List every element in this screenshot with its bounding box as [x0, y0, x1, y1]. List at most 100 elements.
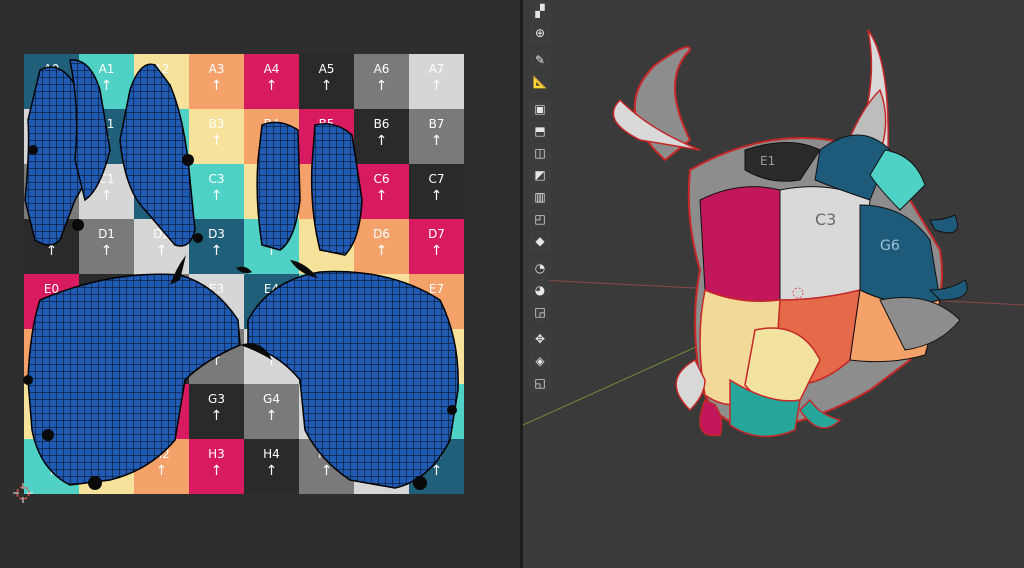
- uv-grid-cell: A6 ↑: [354, 54, 409, 109]
- knife-icon[interactable]: ◰: [529, 209, 551, 229]
- rip-region-icon[interactable]: ◱: [529, 373, 551, 393]
- uv-grid-cell-arrow: ↑: [430, 297, 443, 314]
- uv-grid-cell: G5 ↑: [299, 384, 354, 439]
- uv-grid-cell: H4 ↑: [244, 439, 299, 494]
- shear-icon[interactable]: ◈: [529, 351, 551, 371]
- extrude-icon[interactable]: ⬒: [529, 121, 551, 141]
- uv-grid-cell-label: C3: [208, 171, 225, 186]
- uv-grid-cell-label: C6: [373, 171, 390, 186]
- uv-grid-cell-arrow: ↑: [375, 242, 388, 259]
- uv-grid-cell-label: D6: [373, 226, 390, 241]
- uv-grid-cell: E0 ↑: [24, 274, 79, 329]
- poly-build-icon[interactable]: ◆: [529, 231, 551, 251]
- uv-grid-cell-arrow: ↑: [320, 187, 333, 204]
- uv-grid-cell-label: E0: [43, 281, 60, 296]
- uv-grid-cell-label: D1: [98, 226, 115, 241]
- uv-grid-cell-arrow: ↑: [320, 242, 333, 259]
- uv-grid-cell-label: B1: [98, 116, 115, 131]
- uv-grid-cell-label: B6: [373, 116, 390, 131]
- uv-grid-cell: G1 ↑: [79, 384, 134, 439]
- uv-grid-cell: B1 ↑: [79, 109, 134, 164]
- inset-icon[interactable]: ◫: [529, 143, 551, 163]
- uv-grid-cell-arrow: ↑: [375, 297, 388, 314]
- uv-grid-cell-label: H2: [153, 446, 170, 461]
- uv-grid-cell: D4 ↑: [244, 219, 299, 274]
- uv-grid-cell-label: D3: [208, 226, 225, 241]
- uv-grid-cell: F0 ↑: [24, 329, 79, 384]
- uv-grid-cell-label: A4: [263, 61, 280, 76]
- uv-grid-cell: F2 ↑: [134, 329, 189, 384]
- uv-grid-cell: C3 ↑: [189, 164, 244, 219]
- viewport-scene: C3 G6 E1: [523, 29, 1024, 438]
- uv-grid-cell-label: E7: [428, 281, 445, 296]
- uv-grid-cell-label: A0: [43, 61, 60, 76]
- transform-icon[interactable]: ▞: [529, 1, 551, 21]
- uv-grid-cell-arrow: ↑: [210, 187, 223, 204]
- add-cube-icon[interactable]: ▣: [529, 99, 551, 119]
- uv-grid-cell-arrow: ↑: [100, 77, 113, 94]
- measure-icon[interactable]: 📐: [529, 72, 551, 92]
- uv-grid-cell: A1 ↑: [79, 54, 134, 109]
- uv-grid-cell-arrow: ↑: [210, 462, 223, 479]
- loop-cut-icon[interactable]: ▥: [529, 187, 551, 207]
- uv-grid-cell-arrow: ↑: [265, 77, 278, 94]
- svg-text:C3: C3: [815, 210, 836, 229]
- uv-grid-cell-label: C1: [98, 171, 115, 186]
- uv-grid-cell: B4 ↑: [244, 109, 299, 164]
- uv-grid-cell-arrow: ↑: [375, 462, 388, 479]
- uv-grid-cell: D3 ↑: [189, 219, 244, 274]
- uv-grid-cell: G7 ↑: [409, 384, 464, 439]
- uv-grid-cell-arrow: ↑: [265, 187, 278, 204]
- uv-grid-cell-label: A2: [153, 61, 170, 76]
- uv-grid-cell-arrow: ↑: [45, 462, 58, 479]
- uv-grid-cell-arrow: ↑: [155, 77, 168, 94]
- uv-grid-cell-label: C2: [153, 171, 170, 186]
- uv-grid-cell: H1 ↑: [79, 439, 134, 494]
- uv-grid-cell-arrow: ↑: [210, 242, 223, 259]
- uv-editor[interactable]: A0 ↑ A1 ↑ A2 ↑ A3 ↑ A4 ↑ A5 ↑ A6 ↑ A7 ↑ B0 ↑ B1 ↑ B2 ↑ B3 ↑ B4 ↑ B…: [0, 0, 520, 568]
- uv-grid-cell-arrow: ↑: [320, 297, 333, 314]
- uv-grid-cell-label: A3: [208, 61, 225, 76]
- uv-grid-cell-arrow: ↑: [100, 297, 113, 314]
- uv-grid-cell-arrow: ↑: [210, 77, 223, 94]
- uv-grid-cell: D2 ↑: [134, 219, 189, 274]
- uv-grid-cell-label: E1: [98, 281, 115, 296]
- uv-grid-cell-label: C5: [318, 171, 335, 186]
- uv-grid-cell-label: F1: [99, 336, 114, 351]
- uv-grid-cell-arrow: ↑: [155, 242, 168, 259]
- cursor-icon[interactable]: ⊕: [529, 23, 551, 43]
- edge-slide-icon[interactable]: ◲: [529, 302, 551, 322]
- uv-grid-cell-arrow: ↑: [320, 407, 333, 424]
- 3d-viewport[interactable]: C3 G6 E1: [523, 0, 1024, 568]
- spin-icon[interactable]: ◔: [529, 258, 551, 278]
- uv-grid-cell-label: G0: [43, 391, 60, 406]
- uv-grid-cell-label: H0: [43, 446, 60, 461]
- uv-grid-cell-label: B2: [153, 116, 170, 131]
- uv-grid-cell: A3 ↑: [189, 54, 244, 109]
- uv-grid-cell: C5 ↑: [299, 164, 354, 219]
- uv-grid-cell: D7 ↑: [409, 219, 464, 274]
- 2d-cursor-icon[interactable]: [12, 482, 34, 504]
- uv-grid-cell: A0 ↑: [24, 54, 79, 109]
- uv-grid-cell: D6 ↑: [354, 219, 409, 274]
- bevel-icon[interactable]: ◩: [529, 165, 551, 185]
- uv-grid-cell-label: F0: [44, 336, 59, 351]
- smooth-icon[interactable]: ◕: [529, 280, 551, 300]
- uv-grid-cell: E6 ↑: [354, 274, 409, 329]
- uv-grid-cell-arrow: ↑: [375, 132, 388, 149]
- uv-grid-cell-arrow: ↑: [45, 352, 58, 369]
- shrink-fatten-icon[interactable]: ✥: [529, 329, 551, 349]
- uv-grid-cell-label: F6: [374, 336, 389, 351]
- svg-text:E1: E1: [760, 154, 775, 168]
- uv-grid-cell-label: H4: [263, 446, 280, 461]
- uv-grid-cell-label: H7: [428, 446, 445, 461]
- uv-grid-cell-arrow: ↑: [375, 352, 388, 369]
- annotate-icon[interactable]: ✎: [529, 50, 551, 70]
- uv-grid-cell-arrow: ↑: [45, 132, 58, 149]
- uv-grid-cell: C0 ↑: [24, 164, 79, 219]
- uv-grid-cell-arrow: ↑: [155, 407, 168, 424]
- uv-grid-cell-arrow: ↑: [320, 462, 333, 479]
- uv-grid-cell-arrow: ↑: [45, 187, 58, 204]
- uv-grid-cell: H5 ↑: [299, 439, 354, 494]
- uv-grid-cell: E5 ↑: [299, 274, 354, 329]
